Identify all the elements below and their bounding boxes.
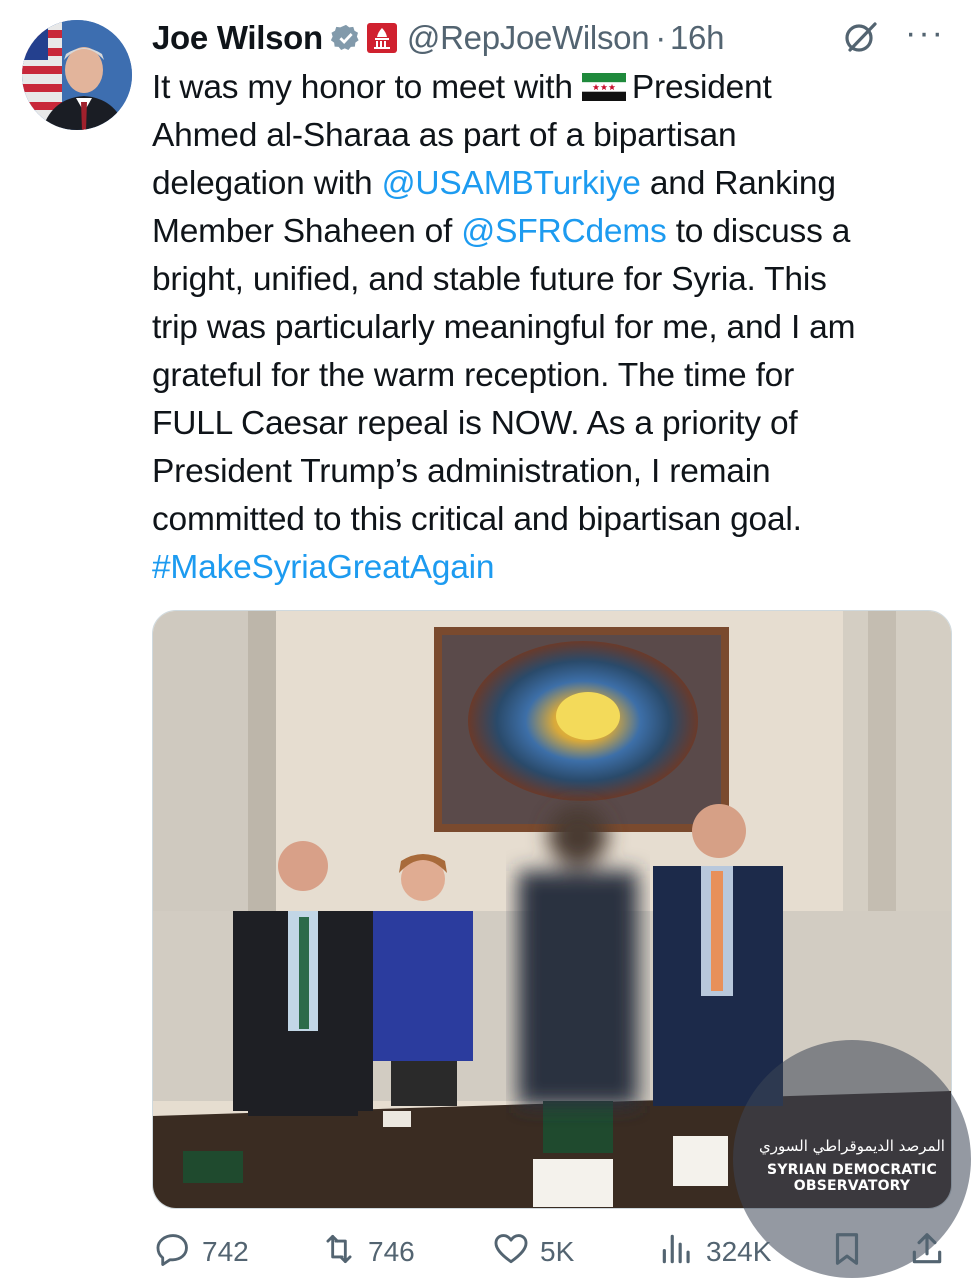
- gov-capitol-icon: [366, 23, 397, 53]
- tweet-text: It was my honor to meet with President A…: [152, 64, 960, 592]
- tweet-time[interactable]: 16h: [670, 19, 724, 57]
- views-icon: [658, 1230, 706, 1275]
- author-handle[interactable]: @RepJoeWilson: [407, 19, 650, 57]
- share-icon: [908, 1230, 956, 1275]
- watermark-english: SYRIAN DEMOCRATIC OBSERVATORY: [767, 1162, 937, 1194]
- tweet-line-3-start: delegation with: [152, 165, 382, 202]
- author-avatar[interactable]: [22, 20, 132, 130]
- tweet-actions: 742 746 5K 324K: [152, 1222, 952, 1278]
- repost-count: 746: [368, 1236, 415, 1267]
- mention-sfrcdems[interactable]: @SFRCdems: [461, 213, 667, 250]
- repost-icon: [320, 1230, 368, 1275]
- tweet-line-2: Ahmed al-Sharaa as part of a bipartisan: [152, 117, 737, 154]
- hashtag-makesyriagreatagain[interactable]: #MakeSyriaGreatAgain: [152, 544, 960, 592]
- like-button[interactable]: 5K: [492, 1230, 574, 1274]
- share-button[interactable]: [908, 1230, 956, 1274]
- verified-icon: [330, 23, 361, 53]
- repost-button[interactable]: 746: [320, 1230, 415, 1274]
- tweet-line-4-end: to discuss a: [666, 213, 851, 250]
- grok-icon[interactable]: [842, 18, 880, 61]
- tweet-line-9: President Trump’s administration, I rema…: [152, 453, 771, 490]
- tweet-line-6: trip was particularly meaningful for me,…: [152, 309, 856, 346]
- views-button[interactable]: 324K: [658, 1230, 771, 1274]
- tweet-line-10: committed to this critical and bipartisa…: [152, 501, 802, 538]
- more-icon[interactable]: ···: [905, 14, 945, 53]
- header-separator: ·: [655, 19, 666, 56]
- like-count: 5K: [540, 1236, 575, 1267]
- like-icon: [492, 1230, 540, 1275]
- reply-button[interactable]: 742: [154, 1230, 249, 1274]
- reply-icon: [154, 1230, 202, 1275]
- tweet-line-1-end: President: [631, 69, 772, 106]
- tweet-line-5: bright, unified, and stable future for S…: [152, 261, 827, 298]
- reply-count: 742: [202, 1236, 249, 1267]
- tweet-line-3-end: and Ranking: [640, 165, 836, 202]
- bookmark-button[interactable]: [828, 1230, 876, 1274]
- tweet-line-7: grateful for the warm reception. The tim…: [152, 357, 795, 394]
- author-name[interactable]: Joe Wilson: [152, 19, 323, 57]
- tweet-line-4-start: Member Shaheen of: [152, 213, 462, 250]
- mention-usambturkiye[interactable]: @USAMBTurkiye: [382, 165, 641, 202]
- syria-flag-icon: [581, 67, 626, 115]
- tweet-line-8: FULL Caesar repeal is NOW. As a priority…: [152, 405, 798, 442]
- views-count: 324K: [706, 1236, 772, 1267]
- watermark-arabic: المرصد الديموقراطي السوري: [759, 1137, 945, 1155]
- bookmark-icon: [828, 1230, 876, 1275]
- tweet-line-1: It was my honor to meet with: [152, 69, 582, 106]
